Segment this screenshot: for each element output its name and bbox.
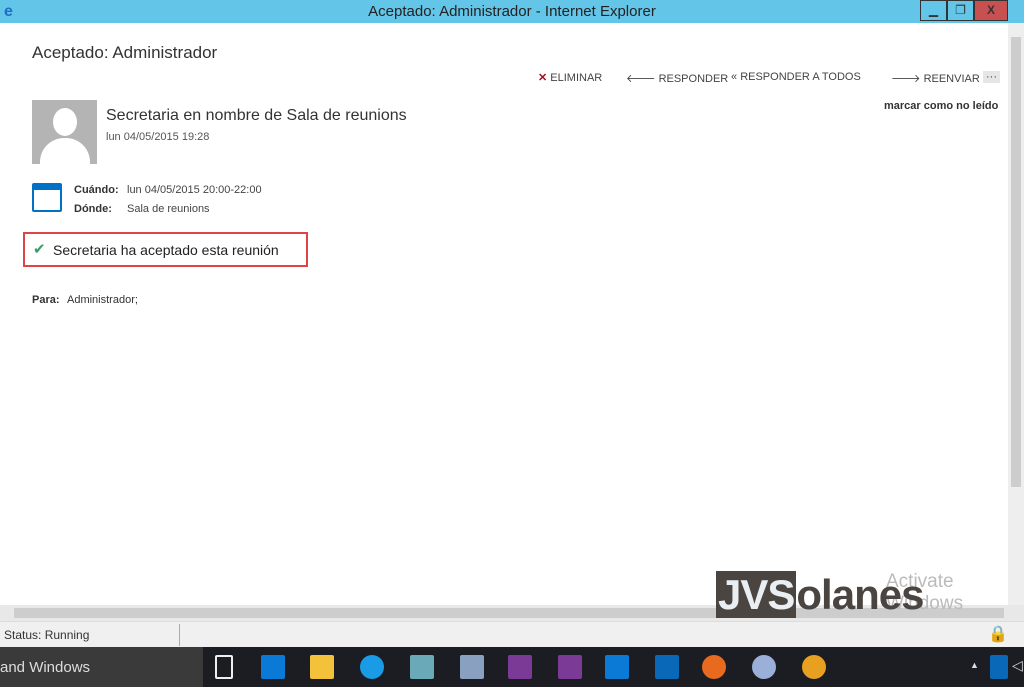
- calendar-icon: [32, 183, 62, 212]
- tray-up-icon[interactable]: ▲: [970, 660, 979, 670]
- arrow-right-icon: 🡒: [891, 73, 921, 85]
- status-bar: Status: Running 🔒: [0, 621, 1024, 647]
- response-text: Secretaria ha aceptado esta reunión: [53, 242, 279, 258]
- firefox-icon[interactable]: [702, 655, 726, 679]
- status-text: Status: Running: [4, 628, 90, 642]
- more-button[interactable]: ···: [983, 71, 1000, 83]
- delete-button[interactable]: ✕ ELIMINAR: [538, 71, 602, 84]
- when-label: Cuándo:: [74, 184, 119, 196]
- vertical-scrollbar[interactable]: [1008, 23, 1024, 605]
- where-value: Sala de reunions: [127, 203, 210, 215]
- building-icon[interactable]: [410, 655, 434, 679]
- lock-icon: 🔒: [988, 626, 1008, 643]
- restore-button[interactable]: ❐: [947, 0, 974, 21]
- speaker-icon[interactable]: ◁: [1012, 657, 1023, 674]
- taskbar: and Windows ▲ ◁: [0, 647, 1024, 687]
- headset-icon[interactable]: [605, 655, 629, 679]
- paw-icon[interactable]: [802, 655, 826, 679]
- file-explorer-icon[interactable]: [310, 655, 334, 679]
- when-value: lun 04/05/2015 20:00-22:00: [127, 184, 262, 196]
- response-highlight: ✔ Secretaria ha aceptado esta reunión: [23, 232, 308, 267]
- message-pane: Aceptado: Administrador ✕ ELIMINAR 🡐 RES…: [0, 23, 1008, 605]
- outlook-icon[interactable]: [655, 655, 679, 679]
- sender-name[interactable]: Secretaria en nombre de Sala de reunions: [106, 107, 407, 125]
- arrow-left-icon: 🡐: [626, 73, 656, 85]
- mark-unread-link[interactable]: marcar como no leído: [884, 100, 998, 112]
- taskbar-label: and Windows: [0, 659, 91, 676]
- subject: Aceptado: Administrador: [32, 43, 218, 62]
- jvsolanes-logo: JVSolanes: [716, 571, 924, 618]
- avatar: [32, 100, 97, 164]
- close-button[interactable]: X: [974, 0, 1008, 21]
- skype-icon[interactable]: [360, 655, 384, 679]
- onenote-clipper-icon[interactable]: [558, 655, 582, 679]
- x-icon: ✕: [538, 72, 548, 84]
- skype-business-tray-icon[interactable]: [990, 655, 1008, 679]
- minimize-button[interactable]: ▁: [920, 0, 947, 21]
- title-bar: e Aceptado: Administrador - Internet Exp…: [0, 0, 1024, 23]
- window-title: Aceptado: Administrador - Internet Explo…: [368, 3, 656, 20]
- to-value[interactable]: Administrador;: [67, 294, 138, 306]
- reply-button[interactable]: 🡐 RESPONDER: [626, 71, 728, 85]
- vpn-icon[interactable]: [752, 655, 776, 679]
- sent-date: lun 04/05/2015 19:28: [106, 131, 210, 143]
- ie-taskbar-icon[interactable]: [261, 655, 285, 679]
- onenote-icon[interactable]: [508, 655, 532, 679]
- check-icon: ✔: [33, 241, 46, 258]
- to-label: Para:: [32, 294, 60, 306]
- reply-all-button[interactable]: « RESPONDER A TODOS: [731, 71, 861, 83]
- where-label: Dónde:: [74, 203, 112, 215]
- forward-button[interactable]: 🡒 REENVIAR: [891, 71, 980, 85]
- double-arrow-left-icon: «: [731, 71, 738, 83]
- computer-icon[interactable]: [460, 655, 484, 679]
- task-view-icon[interactable]: [215, 655, 233, 679]
